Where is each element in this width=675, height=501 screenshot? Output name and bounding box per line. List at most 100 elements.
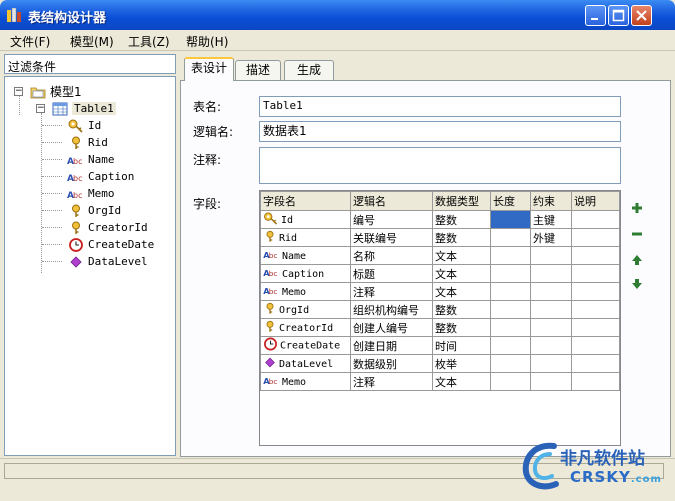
- cell-data-type[interactable]: 整数: [432, 210, 491, 229]
- cell-field-name[interactable]: OrgId: [260, 300, 351, 319]
- cell-field-name[interactable]: Abc Name: [260, 246, 351, 265]
- cell-logical-name[interactable]: 组织机构编号: [350, 300, 433, 319]
- cell-length[interactable]: [490, 282, 531, 301]
- cell-length[interactable]: [490, 354, 531, 373]
- cell-length[interactable]: [490, 228, 531, 247]
- cell-data-type[interactable]: 枚举: [432, 354, 491, 373]
- cell-note[interactable]: [571, 282, 620, 301]
- cell-logical-name[interactable]: 注释: [350, 282, 433, 301]
- grid-row[interactable]: Abc Name 名称 文本: [260, 246, 620, 265]
- tree-node-table[interactable]: Table1: [51, 100, 116, 117]
- menu-help[interactable]: 帮助(H): [186, 33, 228, 50]
- cell-note[interactable]: [571, 336, 620, 355]
- cell-data-type[interactable]: 整数: [432, 228, 491, 247]
- cell-constraint[interactable]: 主键: [530, 210, 572, 229]
- tree-field-caption[interactable]: Abc Caption: [67, 168, 134, 185]
- cell-data-type[interactable]: 整数: [432, 300, 491, 319]
- logical-name-input[interactable]: 数据表1: [259, 121, 621, 142]
- tab-generate[interactable]: 生成: [284, 60, 334, 80]
- tree-field-orgid[interactable]: OrgId: [67, 202, 121, 219]
- cell-data-type[interactable]: 文本: [432, 282, 491, 301]
- grid-row[interactable]: Rid 关联编号 整数 外键: [260, 228, 620, 247]
- header-constraint[interactable]: 约束: [530, 191, 572, 211]
- cell-constraint[interactable]: [530, 336, 572, 355]
- menu-file[interactable]: 文件(F): [10, 33, 50, 50]
- filter-bar[interactable]: 过滤条件: [4, 54, 176, 74]
- header-logical-name[interactable]: 逻辑名: [350, 191, 433, 211]
- grid-row[interactable]: CreatorId 创建人编号 整数: [260, 318, 620, 337]
- grid-row[interactable]: OrgId 组织机构编号 整数: [260, 300, 620, 319]
- title-bar[interactable]: 表结构设计器: [0, 0, 675, 30]
- tree-field-name[interactable]: Abc Name: [67, 151, 115, 168]
- cell-logical-name[interactable]: 标题: [350, 264, 433, 283]
- cell-length[interactable]: [490, 210, 531, 229]
- cell-length[interactable]: [490, 264, 531, 283]
- grid-row[interactable]: Abc Memo 注释 文本: [260, 282, 620, 301]
- cell-field-name[interactable]: Abc Memo: [260, 282, 351, 301]
- header-note[interactable]: 说明: [571, 191, 620, 211]
- cell-constraint[interactable]: [530, 318, 572, 337]
- menu-model[interactable]: 模型(M): [70, 33, 114, 50]
- tree-field-rid[interactable]: Rid: [67, 134, 108, 151]
- minimize-button[interactable]: [585, 5, 606, 26]
- cell-note[interactable]: [571, 210, 620, 229]
- header-data-type[interactable]: 数据类型: [432, 191, 491, 211]
- cell-data-type[interactable]: 文本: [432, 264, 491, 283]
- fields-grid[interactable]: 字段名 逻辑名 数据类型 长度 约束 说明 Id 编号 整数 主键 Rid 关联编号 整数外…: [259, 190, 621, 446]
- header-field-name[interactable]: 字段名: [260, 191, 351, 211]
- tree-field-creatorid[interactable]: CreatorId: [67, 219, 148, 236]
- add-field-button[interactable]: [630, 201, 644, 215]
- cell-field-name[interactable]: CreatorId: [260, 318, 351, 337]
- cell-field-name[interactable]: Rid: [260, 228, 351, 247]
- cell-length[interactable]: [490, 336, 531, 355]
- tab-description[interactable]: 描述: [235, 60, 281, 80]
- tree-field-memo[interactable]: Abc Memo: [67, 185, 115, 202]
- grid-row[interactable]: CreateDate 创建日期 时间: [260, 336, 620, 355]
- cell-note[interactable]: [571, 318, 620, 337]
- cell-constraint[interactable]: [530, 282, 572, 301]
- cell-field-name[interactable]: DataLevel: [260, 354, 351, 373]
- model-tree[interactable]: − 模型1 − Table1 Id Rid A bc Name A bc Cap…: [4, 76, 176, 456]
- cell-length[interactable]: [490, 372, 531, 391]
- cell-logical-name[interactable]: 注释: [350, 372, 433, 391]
- tree-field-id[interactable]: Id: [67, 117, 101, 134]
- cell-data-type[interactable]: 文本: [432, 372, 491, 391]
- tree-node-model[interactable]: 模型1: [29, 83, 82, 100]
- cell-constraint[interactable]: [530, 372, 572, 391]
- cell-field-name[interactable]: Abc Memo: [260, 372, 351, 391]
- cell-logical-name[interactable]: 关联编号: [350, 228, 433, 247]
- cell-note[interactable]: [571, 300, 620, 319]
- header-length[interactable]: 长度: [490, 191, 531, 211]
- remove-field-button[interactable]: [630, 227, 644, 241]
- cell-length[interactable]: [490, 300, 531, 319]
- cell-logical-name[interactable]: 编号: [350, 210, 433, 229]
- cell-length[interactable]: [490, 318, 531, 337]
- cell-constraint[interactable]: [530, 300, 572, 319]
- cell-length[interactable]: [490, 246, 531, 265]
- cell-constraint[interactable]: [530, 246, 572, 265]
- tab-table-design[interactable]: 表设计: [184, 57, 234, 81]
- move-up-button[interactable]: [630, 253, 644, 267]
- tree-field-createdate[interactable]: CreateDate: [67, 236, 154, 253]
- menu-tools[interactable]: 工具(Z): [128, 33, 170, 50]
- cell-note[interactable]: [571, 264, 620, 283]
- grid-row[interactable]: Abc Memo 注释 文本: [260, 372, 620, 391]
- cell-field-name[interactable]: CreateDate: [260, 336, 351, 355]
- cell-note[interactable]: [571, 372, 620, 391]
- cell-data-type[interactable]: 文本: [432, 246, 491, 265]
- cell-constraint[interactable]: [530, 354, 572, 373]
- cell-constraint[interactable]: [530, 264, 572, 283]
- cell-constraint[interactable]: 外键: [530, 228, 572, 247]
- cell-logical-name[interactable]: 创建日期: [350, 336, 433, 355]
- expand-table-toggle[interactable]: −: [36, 104, 45, 113]
- cell-note[interactable]: [571, 246, 620, 265]
- tree-field-datalevel[interactable]: DataLevel: [67, 253, 148, 270]
- grid-row[interactable]: Id 编号 整数 主键: [260, 210, 620, 229]
- comment-input[interactable]: [259, 147, 621, 184]
- cell-field-name[interactable]: Id: [260, 210, 351, 229]
- cell-logical-name[interactable]: 数据级别: [350, 354, 433, 373]
- cell-logical-name[interactable]: 名称: [350, 246, 433, 265]
- close-button[interactable]: [631, 5, 652, 26]
- cell-field-name[interactable]: Abc Caption: [260, 264, 351, 283]
- maximize-button[interactable]: [608, 5, 629, 26]
